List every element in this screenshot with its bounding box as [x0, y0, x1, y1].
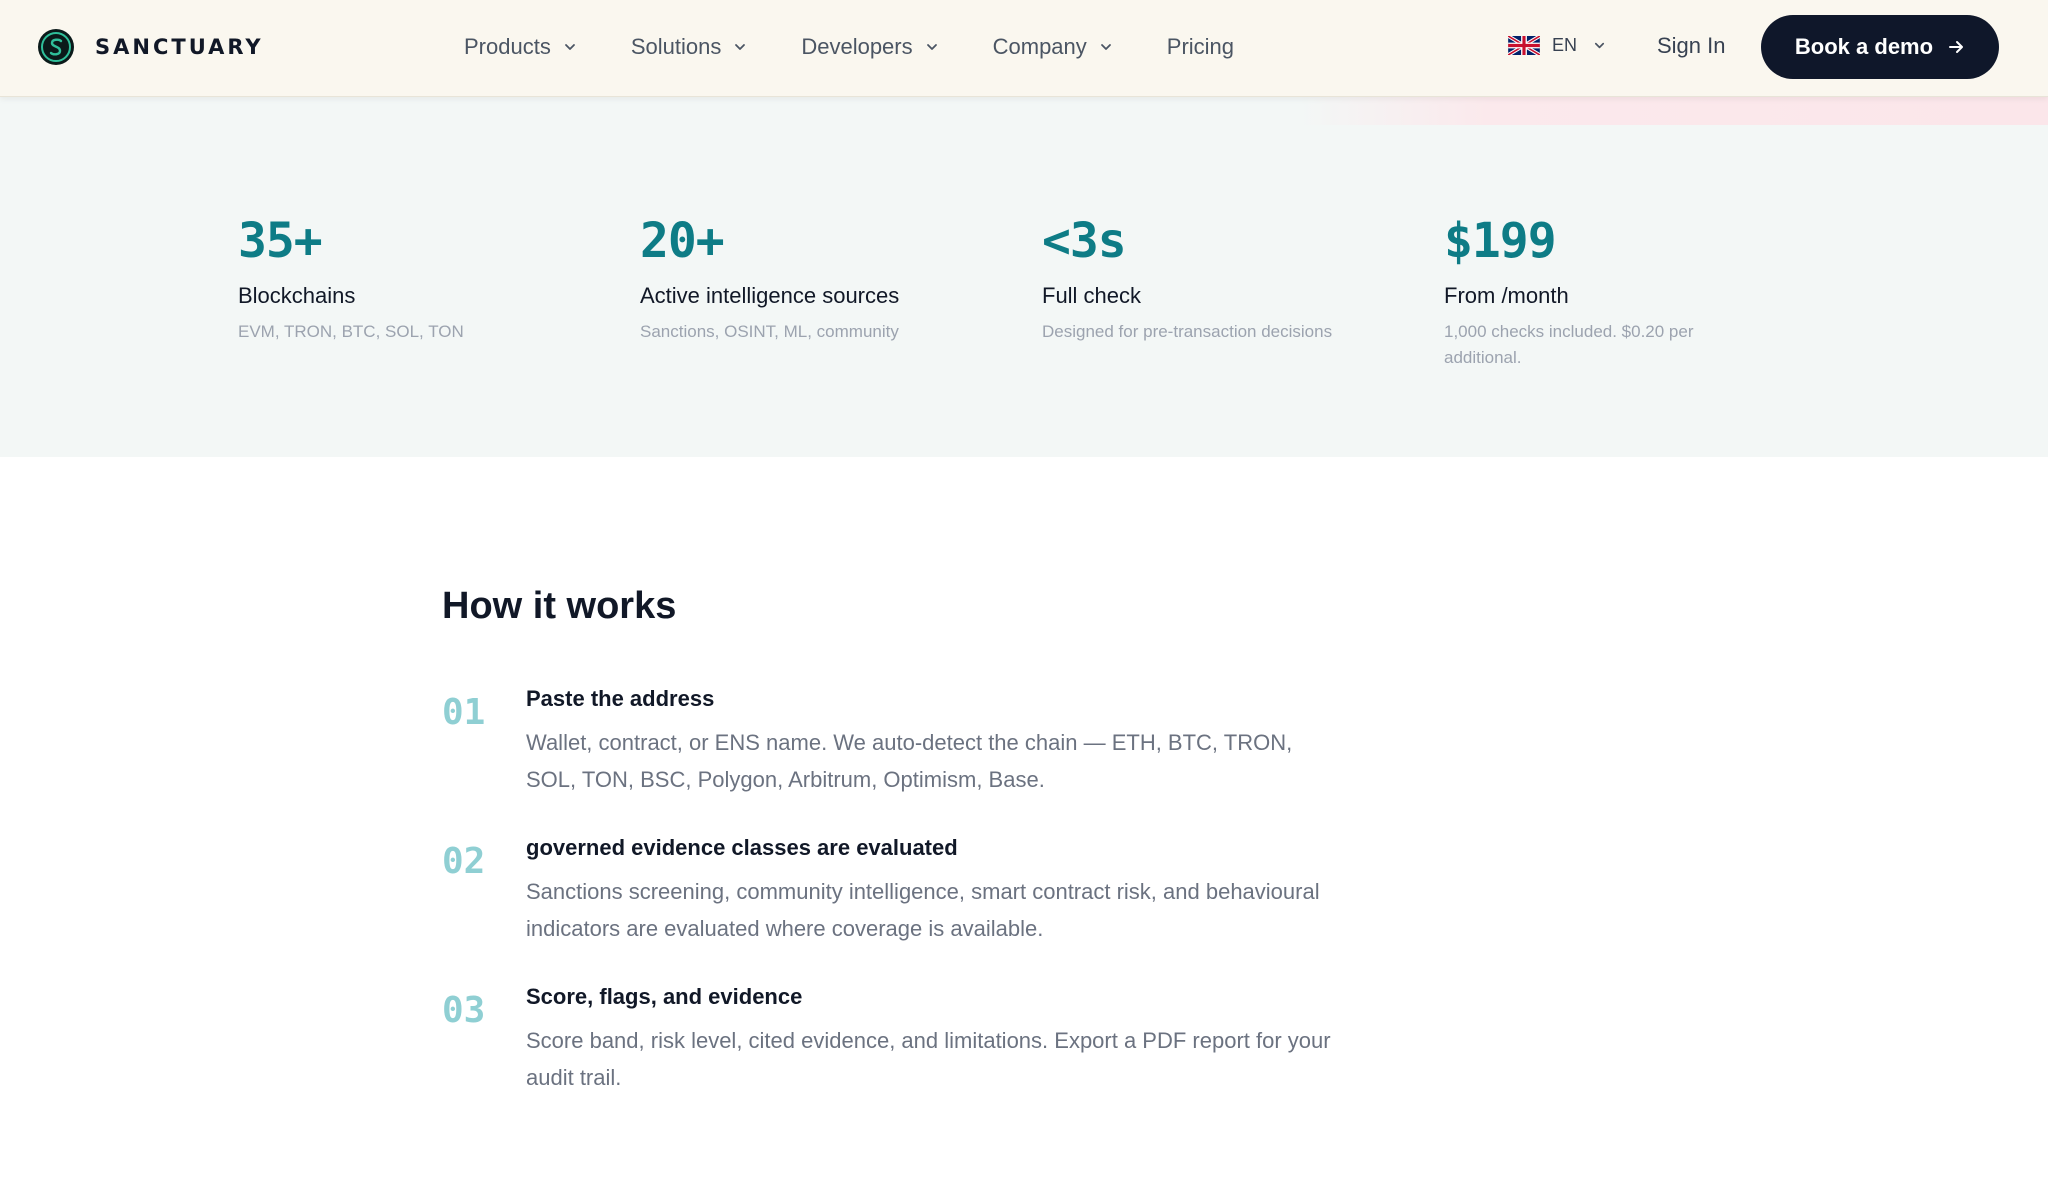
nav-developers-label: Developers: [801, 34, 913, 59]
decorative-gradient: [1300, 97, 2048, 125]
logo[interactable]: SANCTUARY: [37, 28, 264, 66]
stat-value: $199: [1444, 213, 1557, 269]
nav-products-label: Products: [464, 34, 551, 59]
step-content: Score, flags, and evidence Score band, r…: [526, 984, 1346, 1096]
step-title: Paste the address: [526, 686, 715, 711]
nav-developers[interactable]: Developers: [801, 34, 938, 60]
nav-solutions-label: Solutions: [630, 34, 722, 59]
chevron-down-icon: [564, 44, 575, 50]
stat-sources: 20+ Active intelligence sources Sanction…: [640, 217, 960, 345]
how-it-works-title: How it works: [442, 585, 677, 627]
stat-description: EVM, TRON, BTC, SOL, TON: [238, 322, 464, 341]
chevron-down-icon: [735, 44, 746, 50]
step-description: Wallet, contract, or ENS name. We auto-d…: [526, 730, 1293, 792]
stat-value: 20+: [640, 213, 725, 269]
language-selector[interactable]: EN: [1508, 35, 1606, 56]
sign-in-link[interactable]: Sign In: [1657, 33, 1726, 59]
chevron-down-icon: [1594, 42, 1605, 49]
step-description: Sanctions screening, community intellige…: [526, 879, 1320, 941]
stat-description: Designed for pre-transaction decisions: [1042, 322, 1333, 341]
stat-label: Active intelligence sources: [640, 283, 900, 308]
stat-label: Blockchains: [238, 283, 356, 308]
nav-pricing[interactable]: Pricing: [1167, 34, 1234, 60]
step-number: 01: [442, 692, 486, 733]
step-title: governed evidence classes are evaluated: [526, 835, 958, 860]
sanctuary-logo-icon: [38, 29, 74, 65]
step-content: governed evidence classes are evaluated …: [526, 835, 1346, 947]
stat-description: Sanctions, OSINT, ML, community: [640, 322, 899, 341]
stat-pricing: $199 From /month 1,000 checks included. …: [1444, 217, 1764, 371]
nav-pricing-label: Pricing: [1166, 34, 1235, 59]
nav-company[interactable]: Company: [993, 34, 1113, 60]
stat-value: 35+: [238, 213, 323, 269]
nav-company-label: Company: [992, 34, 1087, 59]
stats-section: 35+ Blockchains EVM, TRON, BTC, SOL, TON…: [0, 97, 2048, 457]
stat-blockchains: 35+ Blockchains EVM, TRON, BTC, SOL, TON: [238, 217, 558, 345]
step-description: Score band, risk level, cited evidence, …: [526, 1028, 1331, 1090]
stat-label: Full check: [1042, 283, 1142, 308]
brand-name: SANCTUARY: [95, 35, 264, 59]
book-demo-label: Book a demo: [1794, 34, 1934, 59]
stat-label: From /month: [1444, 283, 1569, 308]
chevron-down-icon: [1100, 44, 1111, 50]
chevron-down-icon: [926, 44, 937, 50]
stat-description: 1,000 checks included. $0.20 per additio…: [1444, 322, 1694, 367]
main-menu: Products Solutions Developers Company Pr…: [464, 0, 1234, 94]
language-code: EN: [1552, 35, 1578, 55]
uk-flag-icon: [1508, 36, 1540, 55]
nav-products[interactable]: Products: [464, 34, 577, 60]
step-title: Score, flags, and evidence: [526, 984, 803, 1009]
step-number: 02: [442, 841, 486, 882]
nav-solutions[interactable]: Solutions: [631, 34, 748, 60]
step-number: 03: [442, 990, 486, 1031]
stat-value: <3s: [1042, 213, 1127, 269]
arrow-right-icon: [1949, 41, 1964, 53]
top-nav: SANCTUARY Products Solutions Developers …: [0, 0, 2048, 97]
step-content: Paste the address Wallet, contract, or E…: [526, 686, 1346, 798]
book-demo-button[interactable]: Book a demo: [1761, 15, 1999, 79]
stat-check-time: <3s Full check Designed for pre-transact…: [1042, 217, 1362, 345]
